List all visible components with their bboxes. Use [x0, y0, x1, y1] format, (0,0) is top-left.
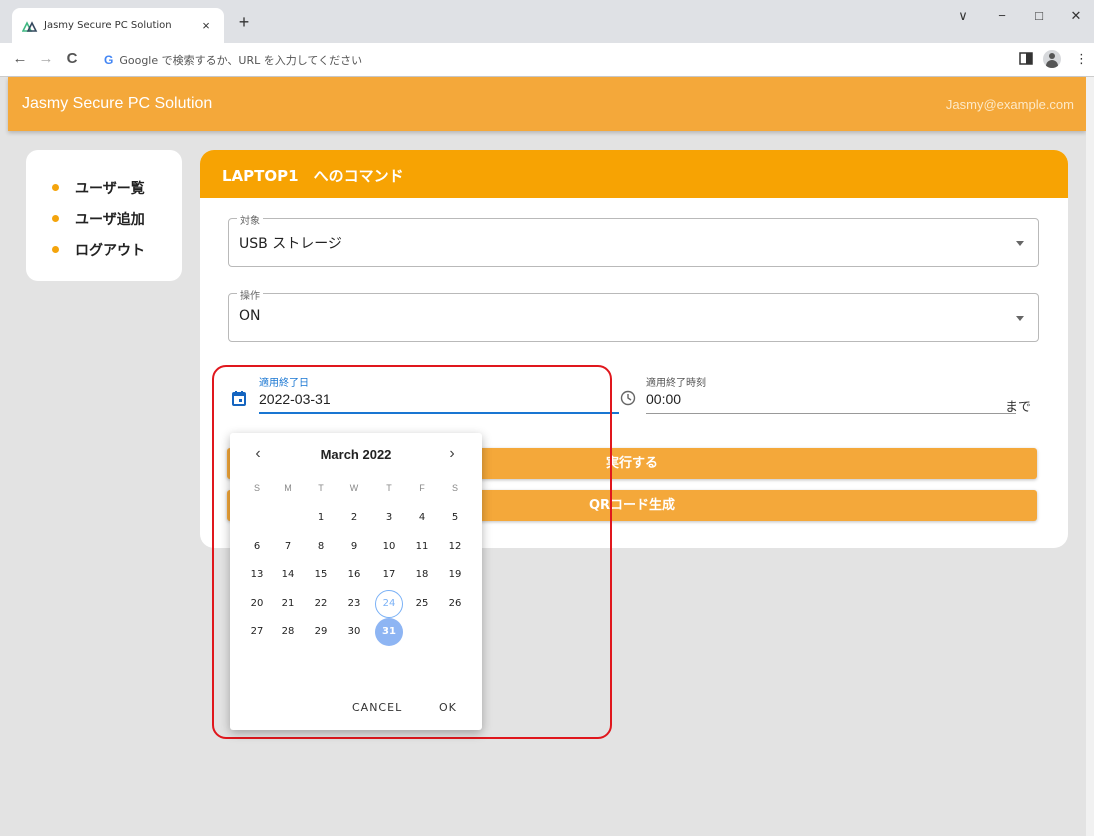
calendar-day[interactable]: 2	[340, 504, 368, 532]
operation-value: ON	[239, 308, 261, 324]
calendar-day[interactable]: 25	[408, 590, 436, 618]
end-time-value: 00:00	[646, 391, 682, 407]
address-bar[interactable]: G Google で検索するか、URL を入力してください	[104, 49, 1004, 71]
target-select[interactable]: 対象 USB ストレージ	[228, 212, 1039, 267]
app-header: Jasmy Secure PC Solution Jasmy@example.c…	[8, 77, 1086, 131]
calendar-day[interactable]: 26	[441, 590, 469, 618]
calendar-day[interactable]: 17	[375, 561, 403, 589]
weekday-header: W	[349, 483, 359, 493]
minimize-button[interactable]: −	[992, 8, 1012, 23]
calendar-day[interactable]: 1	[307, 504, 335, 532]
profile-avatar[interactable]	[1043, 50, 1061, 71]
window-close-button[interactable]: ✕	[1066, 8, 1086, 24]
weekday-header: S	[253, 483, 260, 493]
browser-menu-icon[interactable]: ⋮	[1075, 51, 1088, 67]
calendar-day[interactable]: 8	[307, 533, 335, 561]
forward-icon[interactable]: →	[36, 50, 56, 67]
next-month-button[interactable]: ›	[442, 445, 462, 463]
target-value: USB ストレージ	[239, 236, 342, 252]
browser-tab[interactable]: Jasmy Secure PC Solution ×	[12, 8, 224, 43]
weekday-header: T	[386, 483, 392, 493]
page-scrollbar[interactable]	[1086, 77, 1094, 836]
operation-label: 操作	[237, 287, 263, 302]
side-panel-icon[interactable]	[1019, 52, 1033, 68]
calendar-day[interactable]: 24	[375, 589, 403, 618]
back-icon[interactable]: ←	[10, 50, 30, 67]
calendar-day[interactable]: 21	[274, 590, 302, 618]
calendar-day[interactable]: 3	[375, 504, 403, 532]
reload-icon[interactable]: C	[62, 50, 82, 67]
calendar-day[interactable]: 27	[243, 618, 271, 646]
dropdown-caret-icon	[1016, 241, 1024, 246]
cancel-button[interactable]: CANCEL	[352, 701, 402, 714]
end-time-label: 適用終了時刻	[646, 378, 706, 389]
tab-title: Jasmy Secure PC Solution	[44, 20, 172, 31]
calendar-day[interactable]: 15	[307, 561, 335, 589]
browser-tab-bar: Jasmy Secure PC Solution × + ∨ − □ ✕	[0, 0, 1094, 43]
maximize-button[interactable]: □	[1029, 8, 1049, 23]
weekday-header: T	[318, 483, 324, 493]
sidebar-item-label: ログアウト	[75, 242, 145, 259]
calendar-day[interactable]: 5	[441, 504, 469, 532]
user-email: Jasmy@example.com	[945, 97, 1074, 112]
calendar-day[interactable]: 23	[340, 590, 368, 618]
sidebar-item-logout[interactable]: ログアウト	[52, 234, 182, 265]
calendar-day[interactable]: 9	[340, 533, 368, 561]
google-icon: G	[104, 53, 114, 67]
calendar-day[interactable]: 14	[274, 561, 302, 589]
datepicker-dialog: ‹ March 2022 › SMTWTFS 1 2 3 4 5 6 7 8 9 10 11 12 13…	[230, 433, 482, 730]
ok-button[interactable]: OK	[439, 701, 457, 714]
calendar-day[interactable]: 30	[340, 618, 368, 646]
sidebar: ユーザー覧 ユーザ追加 ログアウト	[26, 150, 182, 281]
calendar-day[interactable]: 6	[243, 533, 271, 561]
calendar-day[interactable]: 7	[274, 533, 302, 561]
new-tab-button[interactable]: +	[234, 12, 254, 33]
operation-select[interactable]: 操作 ON	[228, 287, 1039, 342]
calendar-day[interactable]: 19	[441, 561, 469, 589]
end-time-field[interactable]: 適用終了時刻 00:00	[646, 374, 1016, 414]
sidebar-item-label: ユーザ追加	[75, 211, 145, 228]
calendar-day[interactable]: 29	[307, 618, 335, 646]
site-favicon-icon	[22, 20, 38, 32]
calendar-day[interactable]: 20	[243, 590, 271, 618]
calendar-day[interactable]: 16	[340, 561, 368, 589]
calendar-day[interactable]: 11	[408, 533, 436, 561]
calendar-day[interactable]: 13	[243, 561, 271, 589]
bullet-icon	[52, 215, 59, 222]
sidebar-item-add-user[interactable]: ユーザ追加	[52, 203, 182, 234]
calendar-day[interactable]: 22	[307, 590, 335, 618]
calendar-day[interactable]: 10	[375, 533, 403, 561]
calendar-day[interactable]: 4	[408, 504, 436, 532]
clock-icon[interactable]	[620, 390, 636, 411]
calendar-day[interactable]: 31	[375, 618, 403, 646]
bullet-icon	[52, 246, 59, 253]
tab-close-icon[interactable]: ×	[198, 18, 214, 33]
target-label: 対象	[237, 212, 263, 227]
browser-toolbar: ← → C G Google で検索するか、URL を入力してください ⋮	[0, 43, 1094, 77]
calendar-day[interactable]: 18	[408, 561, 436, 589]
app-brand[interactable]: Jasmy Secure PC Solution	[22, 95, 212, 113]
weekday-header: F	[419, 483, 425, 493]
bullet-icon	[52, 184, 59, 191]
calendar-day[interactable]: 28	[274, 618, 302, 646]
calendar-day[interactable]: 12	[441, 533, 469, 561]
panel-title: LAPTOP1 へのコマンド	[200, 150, 1068, 198]
sidebar-item-label: ユーザー覧	[75, 180, 145, 197]
until-label: まで	[1005, 399, 1032, 414]
tab-search-icon[interactable]: ∨	[953, 8, 973, 24]
sidebar-item-user-list[interactable]: ユーザー覧	[52, 172, 182, 203]
address-placeholder: Google で検索するか、URL を入力してください	[119, 54, 363, 67]
dropdown-caret-icon	[1016, 316, 1024, 321]
weekday-header: M	[284, 483, 292, 493]
weekday-header: S	[451, 483, 458, 493]
